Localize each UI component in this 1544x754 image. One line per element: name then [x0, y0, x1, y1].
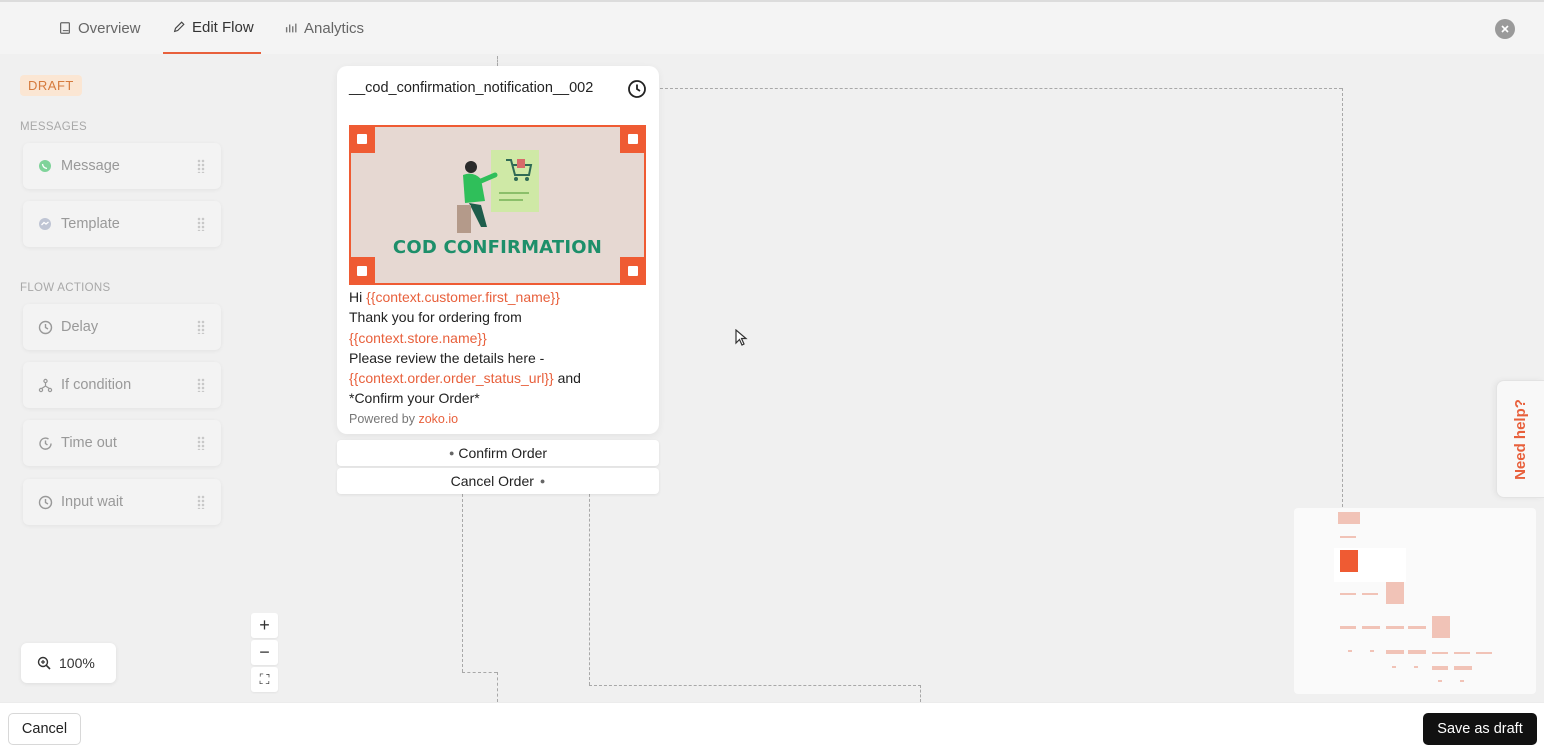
drag-handle-icon: [197, 495, 205, 509]
message-body: Hi {{context.customer.first_name}} Thank…: [349, 287, 649, 429]
review-text: Please review the details here -: [349, 349, 545, 366]
tab-label: Edit Flow: [192, 18, 254, 36]
sidebar-item-if-condition[interactable]: If condition: [23, 362, 221, 408]
media-image: COD CONFIRMATION: [349, 125, 646, 285]
close-button[interactable]: [1495, 19, 1515, 39]
connector-dot-icon: ●: [448, 448, 455, 458]
messenger-icon: [37, 216, 53, 232]
tab-label: Analytics: [304, 19, 365, 37]
connector-line: [589, 484, 590, 685]
sidebar-item-label: Delay: [61, 319, 99, 335]
drag-handle-icon: [197, 217, 205, 231]
mouse-cursor-icon: [735, 329, 748, 346]
crop-corner-icon: [620, 257, 644, 283]
crop-corner-icon: [620, 127, 644, 153]
button-label: Confirm Order: [458, 445, 548, 461]
sidebar-item-time-out[interactable]: Time out: [23, 420, 221, 466]
powered-by-text: Powered by: [349, 411, 419, 426]
sidebar-item-label: If condition: [61, 377, 132, 393]
drag-handle-icon: [197, 320, 205, 334]
bar-chart-icon: [285, 23, 297, 33]
greeting-text: Hi: [349, 289, 367, 305]
whatsapp-icon: [37, 158, 53, 174]
cancel-button[interactable]: Cancel: [8, 713, 81, 745]
clock-icon[interactable]: [627, 79, 647, 99]
zoom-level-text: 100%: [59, 655, 95, 671]
message-node[interactable]: __cod_confirmation_notification__002 COD…: [337, 66, 659, 434]
connector-line: [1342, 88, 1343, 512]
powered-by-link[interactable]: zoko.io: [418, 412, 458, 426]
shopping-illustration: [457, 150, 539, 233]
node-title: __cod_confirmation_notification__002: [349, 80, 594, 96]
thanks-text: Thank you for ordering from: [349, 309, 522, 326]
connector-line: [497, 56, 498, 66]
connector-dot-icon: ●: [539, 476, 546, 486]
crop-corner-icon: [351, 127, 375, 153]
confirm-text: *Confirm your Order*: [349, 390, 480, 407]
pencil-icon: [173, 21, 185, 33]
drag-handle-icon: [197, 378, 205, 392]
messages-section-label: MESSAGES: [20, 121, 87, 133]
button-label: Cancel Order: [450, 473, 534, 489]
tab-edit-flow[interactable]: Edit Flow: [163, 2, 261, 54]
sidebar-item-label: Input wait: [61, 494, 124, 510]
drag-handle-icon: [197, 159, 205, 173]
tab-analytics[interactable]: Analytics: [284, 2, 364, 54]
image-caption: COD CONFIRMATION: [392, 237, 603, 258]
timeout-icon: [37, 435, 53, 451]
variable-order-status-url: {{context.order.order_status_url}}: [349, 370, 554, 387]
cancel-order-button[interactable]: Cancel Order ●: [337, 468, 659, 494]
close-icon: [1501, 25, 1509, 33]
sidebar-item-label: Message: [61, 158, 120, 174]
variable-store-name: {{context.store.name}}: [349, 329, 487, 346]
drag-handle-icon: [197, 436, 205, 450]
sidebar-item-input-wait[interactable]: Input wait: [23, 479, 221, 525]
branch-icon: [37, 377, 53, 393]
sidebar-item-message[interactable]: Message: [23, 143, 221, 189]
minimap[interactable]: [1294, 508, 1536, 694]
tab-overview[interactable]: Overview: [58, 2, 141, 54]
sidebar-item-delay[interactable]: Delay: [23, 304, 221, 350]
status-badge: DRAFT: [20, 75, 82, 96]
sidebar-item-label: Time out: [61, 435, 117, 451]
zoom-level-display[interactable]: 100%: [21, 643, 116, 683]
zoom-out-button[interactable]: −: [251, 640, 278, 665]
zoom-in-button[interactable]: +: [251, 613, 278, 638]
sidebar-item-template[interactable]: Template: [23, 201, 221, 247]
top-tab-bar: Overview Edit Flow Analytics: [0, 0, 1544, 54]
connector-line: [497, 672, 498, 702]
connector-line: [920, 685, 921, 702]
fit-view-button[interactable]: ⛶: [251, 667, 278, 692]
footer-bar: Cancel Save as draft: [0, 702, 1544, 754]
crop-corner-icon: [351, 257, 375, 283]
connector-line: [462, 494, 463, 672]
save-draft-button[interactable]: Save as draft: [1423, 713, 1537, 745]
connector-line: [650, 88, 1342, 89]
need-help-label: Need help?: [1512, 398, 1530, 480]
sidebar-item-label: Template: [61, 216, 120, 232]
clock-icon: [37, 319, 53, 335]
confirm-order-button[interactable]: ● Confirm Order: [337, 440, 659, 466]
need-help-tab[interactable]: Need help?: [1496, 380, 1544, 498]
clock-icon: [37, 494, 53, 510]
variable-first-name: {{context.customer.first_name}}: [366, 289, 560, 305]
zoom-icon: [37, 656, 51, 670]
flow-actions-section-label: FLOW ACTIONS: [20, 282, 111, 294]
and-text: and: [553, 370, 581, 387]
connector-line: [462, 672, 497, 673]
connector-line: [589, 685, 921, 686]
tab-label: Overview: [78, 19, 141, 37]
book-icon: [60, 22, 70, 34]
